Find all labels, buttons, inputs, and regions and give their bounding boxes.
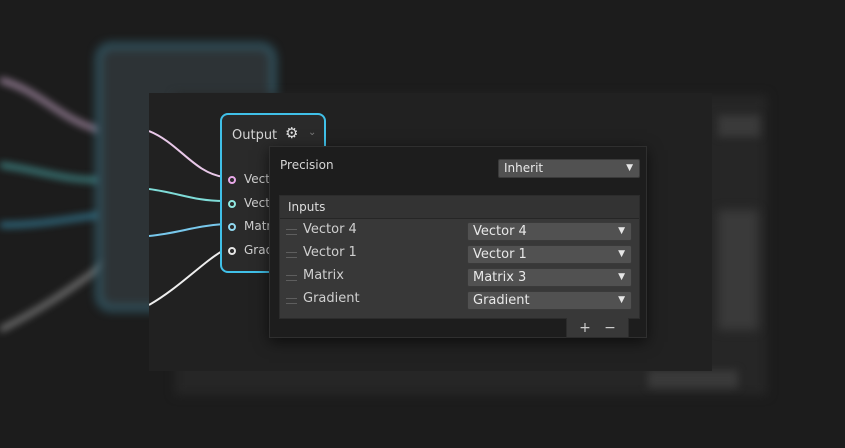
port-dot-icon[interactable] bbox=[228, 223, 236, 231]
drag-handle-icon[interactable] bbox=[286, 298, 297, 304]
port-dot-icon[interactable] bbox=[228, 176, 236, 184]
input-row[interactable]: Vector 1 Vector 1 ▼ bbox=[280, 242, 639, 265]
chevron-down-icon[interactable]: ⌄ bbox=[308, 127, 316, 138]
input-name[interactable]: Vector 4 bbox=[303, 222, 357, 237]
input-name[interactable]: Gradient bbox=[303, 291, 360, 306]
gear-icon[interactable]: ⚙ bbox=[285, 125, 301, 141]
drag-handle-icon[interactable] bbox=[286, 229, 297, 235]
drag-handle-icon[interactable] bbox=[286, 275, 297, 281]
list-footer: + − bbox=[566, 318, 629, 338]
input-row[interactable]: Gradient Gradient ▼ bbox=[280, 288, 639, 311]
precision-dropdown[interactable]: Inherit ▼ bbox=[498, 159, 640, 178]
dropdown-arrow-icon: ▼ bbox=[618, 226, 625, 236]
input-type-dropdown[interactable]: Vector 1 ▼ bbox=[467, 245, 632, 264]
input-type-dropdown[interactable]: Vector 4 ▼ bbox=[467, 222, 632, 241]
blurred-panel-box bbox=[718, 210, 758, 330]
input-name[interactable]: Vector 1 bbox=[303, 245, 357, 260]
port-dot-icon[interactable] bbox=[228, 200, 236, 208]
precision-label: Precision bbox=[280, 158, 334, 172]
drag-handle-icon[interactable] bbox=[286, 252, 297, 258]
blurred-panel-footer bbox=[648, 370, 738, 388]
input-type-value: Vector 1 bbox=[473, 247, 527, 262]
precision-value: Inherit bbox=[504, 161, 544, 175]
edge-vector4[interactable] bbox=[149, 130, 225, 178]
edge-gradient[interactable] bbox=[149, 249, 225, 306]
input-name[interactable]: Matrix bbox=[303, 268, 344, 283]
input-type-dropdown[interactable]: Gradient ▼ bbox=[467, 291, 632, 310]
node-title: Output bbox=[232, 128, 278, 143]
dropdown-arrow-icon: ▼ bbox=[618, 249, 625, 259]
port-dot-icon[interactable] bbox=[228, 247, 236, 255]
dropdown-arrow-icon: ▼ bbox=[618, 272, 625, 282]
input-type-dropdown[interactable]: Matrix 3 ▼ bbox=[467, 268, 632, 287]
edge-matrix[interactable] bbox=[149, 223, 225, 237]
input-type-value: Vector 4 bbox=[473, 224, 527, 239]
input-row[interactable]: Vector 4 Vector 4 ▼ bbox=[280, 219, 639, 242]
input-type-value: Gradient bbox=[473, 293, 530, 308]
inputs-list: Inputs Vector 4 Vector 4 ▼ Vector 1 Vect… bbox=[279, 195, 640, 319]
blurred-panel-title bbox=[718, 115, 760, 137]
add-input-button[interactable]: + bbox=[575, 319, 595, 337]
input-type-value: Matrix 3 bbox=[473, 270, 527, 285]
edge-vector1[interactable] bbox=[149, 188, 225, 202]
inputs-header: Inputs bbox=[280, 196, 639, 219]
node-settings-popup: Precision Inherit ▼ Inputs Vector 4 Vect… bbox=[269, 146, 647, 338]
dropdown-arrow-icon: ▼ bbox=[626, 163, 633, 173]
input-row[interactable]: Matrix Matrix 3 ▼ bbox=[280, 265, 639, 288]
remove-input-button[interactable]: − bbox=[600, 319, 620, 337]
dropdown-arrow-icon: ▼ bbox=[618, 295, 625, 305]
